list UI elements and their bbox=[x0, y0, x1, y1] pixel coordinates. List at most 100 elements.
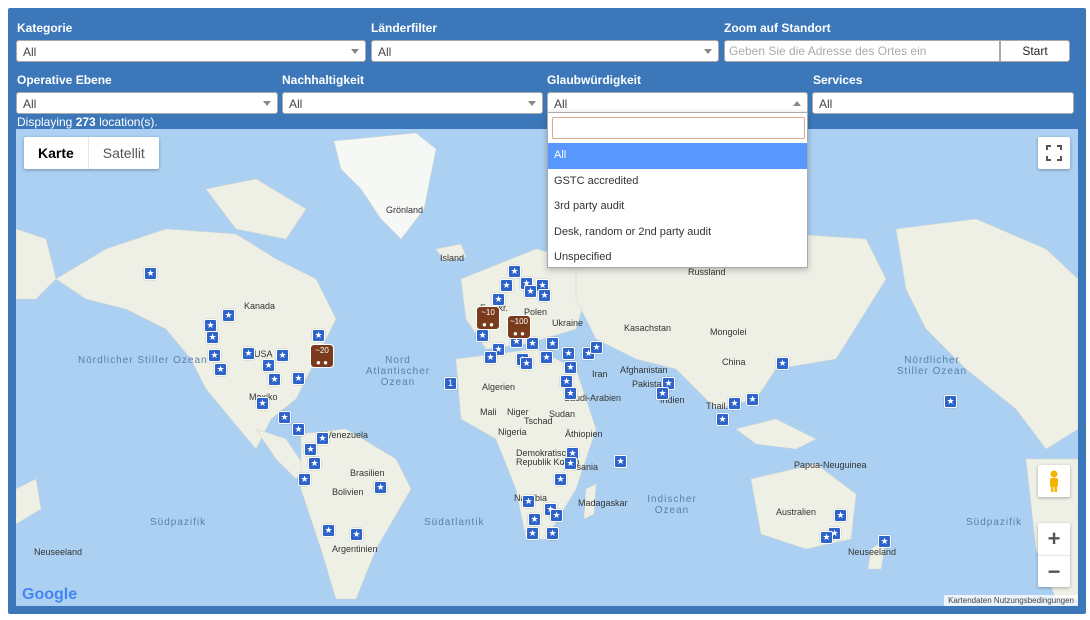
location-marker[interactable]: ★ bbox=[268, 373, 281, 386]
nachhaltigkeit-label: Nachhaltigkeit bbox=[282, 73, 365, 87]
map-label: Iran bbox=[592, 369, 608, 379]
location-marker[interactable]: ★ bbox=[522, 495, 535, 508]
laender-select[interactable]: All bbox=[371, 40, 719, 62]
location-marker[interactable]: ★ bbox=[538, 289, 551, 302]
street-view-button[interactable] bbox=[1038, 465, 1070, 497]
map-label: Sudan bbox=[549, 409, 576, 419]
location-marker[interactable]: ★ bbox=[546, 337, 559, 350]
location-marker[interactable]: ★ bbox=[776, 357, 789, 370]
location-marker[interactable]: ★ bbox=[256, 397, 269, 410]
services-label: Services bbox=[813, 73, 863, 87]
location-marker[interactable]: ★ bbox=[834, 509, 847, 522]
location-marker[interactable]: ★ bbox=[526, 337, 539, 350]
location-marker[interactable]: ★ bbox=[292, 423, 305, 436]
nachhaltigkeit-select[interactable]: All bbox=[282, 92, 543, 114]
location-marker[interactable]: 1 bbox=[444, 377, 457, 390]
kategorie-select[interactable]: All bbox=[16, 40, 366, 62]
services-input[interactable]: All bbox=[812, 92, 1074, 114]
location-marker[interactable]: ★ bbox=[312, 329, 325, 342]
fullscreen-icon bbox=[1046, 145, 1062, 161]
location-marker[interactable]: ★ bbox=[350, 528, 363, 541]
zoom-in-button[interactable]: + bbox=[1038, 523, 1070, 555]
map-label: Brasilien bbox=[350, 468, 385, 478]
location-marker[interactable]: ★ bbox=[562, 347, 575, 360]
location-marker[interactable]: ★ bbox=[728, 397, 741, 410]
location-marker[interactable]: ★ bbox=[278, 411, 291, 424]
location-marker[interactable]: ★ bbox=[242, 347, 255, 360]
operative-select[interactable]: All bbox=[16, 92, 278, 114]
location-marker[interactable]: ★ bbox=[564, 361, 577, 374]
ocean-label: Südpazifik bbox=[966, 517, 1023, 528]
dropdown-option[interactable]: Desk, random or 2nd party audit bbox=[548, 220, 807, 246]
dropdown-option[interactable]: GSTC accredited bbox=[548, 169, 807, 195]
attribution-terms-link[interactable]: Nutzungsbedingungen bbox=[994, 596, 1074, 605]
location-marker[interactable]: ★ bbox=[492, 293, 505, 306]
map-label: Algerien bbox=[482, 382, 516, 392]
map-label: Ukraine bbox=[552, 318, 584, 328]
location-cluster[interactable]: ~20 ● ● bbox=[310, 344, 334, 368]
location-marker[interactable]: ★ bbox=[746, 393, 759, 406]
location-marker[interactable]: ★ bbox=[944, 395, 957, 408]
location-marker[interactable]: ★ bbox=[554, 473, 567, 486]
chevron-down-icon bbox=[528, 101, 536, 106]
location-cluster[interactable]: ~100 ● ● bbox=[507, 315, 531, 339]
map-label: Neuseeland bbox=[848, 547, 897, 557]
location-marker[interactable]: ★ bbox=[540, 351, 553, 364]
location-marker[interactable]: ★ bbox=[214, 363, 227, 376]
location-marker[interactable]: ★ bbox=[546, 527, 559, 540]
dropdown-option[interactable]: Unspecified bbox=[548, 245, 807, 271]
location-marker[interactable]: ★ bbox=[208, 349, 221, 362]
start-button[interactable]: Start bbox=[1000, 40, 1070, 62]
location-marker[interactable]: ★ bbox=[374, 481, 387, 494]
google-logo: Google bbox=[22, 586, 78, 603]
location-marker[interactable]: ★ bbox=[564, 457, 577, 470]
zoom-label: Zoom auf Standort bbox=[724, 21, 831, 35]
location-marker[interactable]: ★ bbox=[222, 309, 235, 322]
zoom-out-button[interactable]: − bbox=[1038, 555, 1070, 587]
location-count: Displaying 273 location(s). bbox=[17, 115, 158, 129]
glaubwuerdigkeit-select[interactable]: All bbox=[547, 92, 808, 114]
cluster-count: ~20 bbox=[315, 346, 329, 355]
map-type-satellite-button[interactable]: Satellit bbox=[87, 137, 159, 169]
location-marker[interactable]: ★ bbox=[614, 455, 627, 468]
dropdown-option[interactable]: 3rd party audit bbox=[548, 194, 807, 220]
glaubwuerdigkeit-value: All bbox=[554, 97, 568, 111]
laender-label: Länderfilter bbox=[371, 21, 438, 35]
map-label: Kasachstan bbox=[624, 323, 672, 333]
location-marker[interactable]: ★ bbox=[484, 351, 497, 364]
count-number: 273 bbox=[75, 115, 96, 129]
attribution-data-link[interactable]: Kartendaten bbox=[948, 596, 992, 605]
map-label: Thail. bbox=[706, 401, 729, 411]
location-marker[interactable]: ★ bbox=[508, 265, 521, 278]
location-marker[interactable]: ★ bbox=[878, 535, 891, 548]
map-label: USA bbox=[254, 349, 273, 359]
location-marker[interactable]: ★ bbox=[144, 267, 157, 280]
location-cluster[interactable]: ~10 ● ● bbox=[476, 306, 500, 330]
location-marker[interactable]: ★ bbox=[308, 457, 321, 470]
map-label: Papua-Neuguinea bbox=[794, 460, 867, 470]
location-marker[interactable]: ★ bbox=[526, 527, 539, 540]
location-marker[interactable]: ★ bbox=[590, 341, 603, 354]
location-marker[interactable]: ★ bbox=[716, 413, 729, 426]
location-marker[interactable]: ★ bbox=[276, 349, 289, 362]
map-type-karte-button[interactable]: Karte bbox=[24, 137, 88, 169]
location-marker[interactable]: ★ bbox=[298, 473, 311, 486]
location-marker[interactable]: ★ bbox=[316, 432, 329, 445]
dropdown-search-input[interactable] bbox=[552, 117, 805, 139]
dropdown-option[interactable]: All bbox=[548, 143, 807, 169]
location-marker[interactable]: ★ bbox=[524, 285, 537, 298]
location-marker[interactable]: ★ bbox=[304, 443, 317, 456]
location-marker[interactable]: ★ bbox=[656, 387, 669, 400]
location-marker[interactable]: ★ bbox=[262, 359, 275, 372]
location-marker[interactable]: ★ bbox=[528, 513, 541, 526]
location-marker[interactable]: ★ bbox=[500, 279, 513, 292]
location-marker[interactable]: ★ bbox=[322, 524, 335, 537]
location-marker[interactable]: ★ bbox=[206, 331, 219, 344]
location-marker[interactable]: ★ bbox=[550, 509, 563, 522]
address-input[interactable] bbox=[724, 40, 1000, 62]
fullscreen-button[interactable] bbox=[1038, 137, 1070, 169]
location-marker[interactable]: ★ bbox=[520, 357, 533, 370]
location-marker[interactable]: ★ bbox=[820, 531, 833, 544]
location-marker[interactable]: ★ bbox=[564, 387, 577, 400]
location-marker[interactable]: ★ bbox=[292, 372, 305, 385]
